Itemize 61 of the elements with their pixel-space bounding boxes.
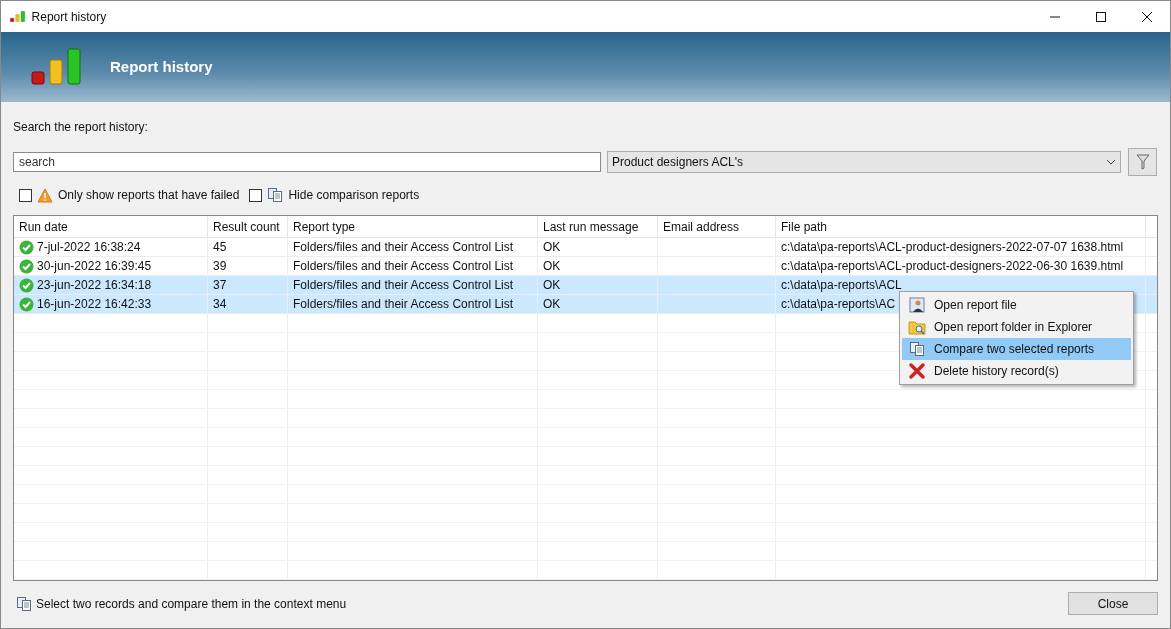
- table-cell-text: c:\data\pa-reports\ACL: [781, 277, 902, 294]
- filter-dropdown[interactable]: Product designers ACL's: [607, 151, 1121, 173]
- table-cell-text: 23-jun-2022 16:34:18: [37, 277, 152, 294]
- person-document-icon: [909, 297, 925, 313]
- bar-chart-logo-icon: [10, 10, 26, 23]
- warning-icon: [37, 187, 53, 203]
- close-dialog-button[interactable]: Close: [1068, 592, 1158, 615]
- table-cell-text: c:\data\pa-reports\ACL-product-designers-2022-06-30 1639.html: [781, 258, 1124, 275]
- table-cell-text: 45: [213, 239, 227, 256]
- funnel-icon: [1135, 154, 1150, 170]
- close-icon: [1142, 11, 1152, 22]
- success-check-icon: [19, 296, 34, 312]
- table-cell-text: OK: [543, 277, 561, 294]
- hint-text: Select two records and compare them in the context menu: [36, 595, 347, 613]
- table-cell-text: 7-jul-2022 16:38:24: [37, 239, 141, 256]
- column-header[interactable]: Result count: [208, 216, 288, 237]
- option-label: Hide comparison reports: [288, 187, 420, 204]
- table-cell-text: 37: [213, 277, 227, 294]
- success-check-icon: [19, 277, 34, 293]
- table-cell-text: 34: [213, 296, 227, 313]
- table-cell-text: OK: [543, 296, 561, 313]
- table-cell-text: Folders/files and their Access Control List: [293, 239, 514, 256]
- table-cell-text: Folders/files and their Access Control List: [293, 258, 514, 275]
- table-cell-text: c:\data\pa-reports\AC: [781, 296, 896, 313]
- window-title: Report history: [31, 8, 107, 26]
- table-row[interactable]: 7-jul-2022 16:38:24 45 Folders/files and their Access Control List OK c:\data\pa-reports\ACL-product-designers-2022-07-07 1638.html: [14, 238, 1157, 257]
- checkbox[interactable]: [249, 188, 263, 202]
- menu-item[interactable]: Compare two selected reports: [902, 338, 1131, 360]
- success-check-icon: [19, 239, 34, 255]
- bar-chart-logo-icon: [31, 48, 83, 86]
- success-check-icon: [19, 258, 34, 274]
- table-cell-text: 39: [213, 258, 227, 275]
- column-header[interactable]: File path: [776, 216, 1146, 237]
- delete-icon: [909, 363, 925, 379]
- table-cell-text: 30-jun-2022 16:39:45: [37, 258, 152, 275]
- documents-icon: [16, 595, 32, 612]
- table-cell-text: 16-jun-2022 16:42:33: [37, 296, 152, 313]
- table-cell-text: Folders/files and their Access Control List: [293, 296, 514, 313]
- table-cell-text: Folders/files and their Access Control List: [293, 277, 514, 294]
- table-cell-text: c:\data\pa-reports\ACL-product-designers-2022-07-07 1638.html: [781, 239, 1124, 256]
- documents-icon: [267, 187, 284, 203]
- column-header[interactable]: Last run message: [538, 216, 658, 237]
- menu-item[interactable]: Open report file: [902, 294, 1131, 316]
- checkbox[interactable]: [19, 188, 32, 202]
- search-label: Search the report history:: [13, 119, 149, 136]
- documents-icon: [909, 341, 925, 357]
- column-header[interactable]: Email address: [658, 216, 776, 237]
- column-header[interactable]: Report type: [288, 216, 538, 237]
- table-row[interactable]: 30-jun-2022 16:39:45 39 Folders/files and their Access Control List OK c:\data\pa-reports\ACL-product-designers-2022-06-30 1639.html: [14, 257, 1157, 276]
- table-row[interactable]: 23-jun-2022 16:34:18 37 Folders/files and their Access Control List OK c:\data\pa-reports\ACL: [14, 276, 1157, 295]
- table-cell-text: OK: [543, 239, 561, 256]
- column-header[interactable]: Run date: [14, 216, 208, 237]
- option-label: Only show reports that have failed: [58, 187, 240, 204]
- chevron-down-icon: [1106, 159, 1116, 165]
- folder-search-icon: [908, 319, 926, 335]
- maximize-icon: [1096, 11, 1106, 22]
- menu-item[interactable]: Delete history record(s): [902, 360, 1131, 382]
- menu-item[interactable]: Open report folder in Explorer: [902, 316, 1131, 338]
- search-field[interactable]: search: [13, 152, 601, 172]
- table-cell-text: OK: [543, 258, 561, 275]
- header-title: Report history: [110, 56, 213, 77]
